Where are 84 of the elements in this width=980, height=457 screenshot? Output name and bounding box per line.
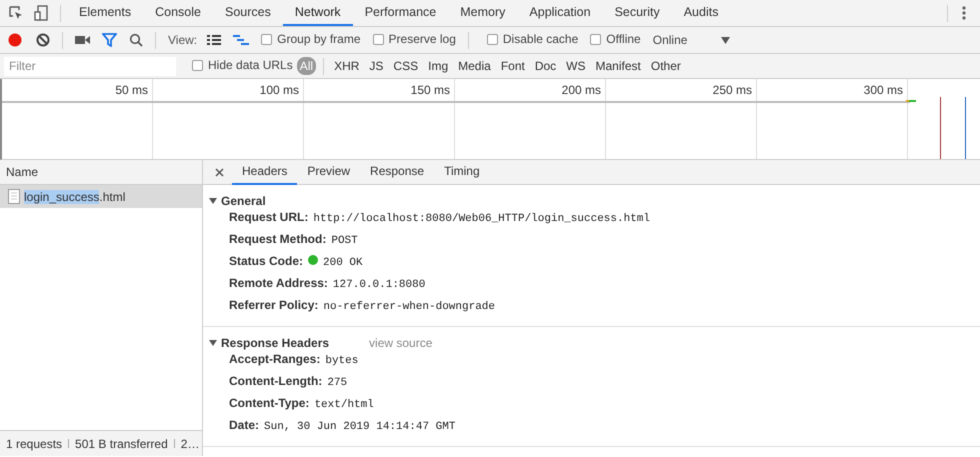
filter-field[interactable]: Filter — [4, 56, 176, 76]
header-name: Request URL: — [229, 210, 308, 224]
more-icon[interactable] — [962, 6, 966, 20]
clear-icon[interactable] — [36, 33, 50, 47]
option-checkbox[interactable]: Offline — [590, 32, 641, 46]
type-filter[interactable]: CSS — [390, 57, 422, 75]
throttle-dropdown[interactable]: Online — [652, 33, 730, 47]
type-filter[interactable]: WS — [563, 57, 589, 75]
summary-text: 2… — [180, 436, 200, 450]
header-name: Status Code: — [229, 254, 304, 268]
option-checkbox[interactable]: Disable cache — [486, 32, 578, 46]
request-row[interactable]: login_success.html — [0, 185, 202, 208]
summary-text: 501 B transferred — [75, 436, 168, 450]
device-icon[interactable] — [34, 5, 48, 21]
caret-icon — [721, 36, 730, 44]
time-tick-label: 100 ms — [260, 83, 299, 97]
type-filter[interactable]: Media — [455, 57, 494, 75]
panel-tab[interactable]: Elements — [67, 0, 144, 26]
header-name: Request Method: — [229, 232, 326, 246]
panel-tab[interactable]: Performance — [352, 0, 448, 26]
record-button[interactable] — [8, 33, 22, 47]
view-label: View: — [168, 33, 198, 47]
header-name: Referrer Policy: — [229, 298, 318, 312]
type-filter[interactable]: JS — [366, 57, 386, 75]
time-tick-label: 250 ms — [712, 83, 752, 97]
header-value: 275 — [327, 377, 348, 389]
header-value: 127.0.0.1:8080 — [332, 279, 426, 291]
header-name: Accept-Ranges: — [229, 352, 320, 366]
header-name: Date: — [229, 418, 260, 432]
time-tick-label: 200 ms — [562, 83, 601, 97]
header-value: Sun, 30 Jun 2019 14:14:47 GMT — [264, 421, 456, 433]
panel-tab[interactable]: Audits — [672, 0, 730, 26]
panel-tab[interactable]: Sources — [212, 0, 283, 26]
header-value: http://localhost:8080/Web06_HTTP/login_success.html — [313, 213, 650, 225]
header-value: 200 OK — [323, 257, 363, 269]
header-name: Remote Address: — [229, 276, 328, 290]
checkbox[interactable] — [261, 34, 272, 45]
header-value: text/html — [314, 399, 374, 411]
type-filter[interactable]: Doc — [532, 57, 560, 75]
time-tick-label: 300 ms — [864, 83, 903, 97]
panel-tab[interactable]: Memory — [448, 0, 518, 26]
file-name: login_success.html — [24, 190, 126, 204]
header-name: Content-Type: — [229, 396, 310, 410]
expanded-triangle-icon[interactable] — [209, 338, 217, 346]
camera-icon[interactable] — [75, 35, 90, 45]
type-filter[interactable]: XHR — [331, 57, 362, 75]
header-value: bytes — [325, 355, 358, 367]
view-source-link[interactable]: view source — [369, 336, 432, 350]
header-name: Content-Length: — [229, 374, 322, 388]
type-filter[interactable]: Font — [498, 57, 528, 75]
panel-tab[interactable]: Console — [143, 0, 213, 26]
panel-tab[interactable]: Application — [517, 0, 603, 26]
header-value: POST — [331, 235, 358, 247]
detail-tab[interactable]: Timing — [434, 160, 490, 184]
type-filter[interactable]: Other — [648, 57, 684, 75]
waterfall-view-icon[interactable] — [233, 34, 250, 46]
type-filter[interactable]: Manifest — [592, 57, 644, 75]
header-value: no-referrer-when-downgrade — [323, 301, 496, 313]
checkbox[interactable] — [192, 60, 203, 71]
search-icon[interactable] — [129, 33, 143, 47]
column-header[interactable]: Name — [6, 165, 38, 179]
summary-text: 1 requests — [6, 436, 62, 450]
option-checkbox[interactable]: Group by frame — [261, 32, 361, 46]
option-checkbox[interactable]: Preserve log — [372, 32, 456, 46]
hide-data-urls-checkbox[interactable]: Hide data URLs — [192, 58, 293, 72]
checkbox[interactable] — [590, 34, 602, 45]
checkbox[interactable] — [486, 34, 498, 45]
detail-tab[interactable]: Headers — [232, 160, 298, 184]
section-title[interactable]: Response Headers — [221, 336, 330, 350]
detail-tab[interactable]: Preview — [297, 160, 360, 184]
time-tick-label: 150 ms — [410, 83, 450, 97]
status-ok-icon — [308, 255, 318, 265]
time-tick-label: 50 ms — [115, 83, 148, 97]
type-filter[interactable]: Img — [425, 57, 452, 75]
inspect-icon[interactable] — [8, 5, 24, 21]
filter-icon[interactable] — [102, 33, 117, 47]
section-title[interactable]: General — [221, 194, 266, 208]
expanded-triangle-icon[interactable] — [209, 196, 217, 204]
close-icon[interactable] — [215, 168, 224, 176]
list-view-icon[interactable] — [207, 34, 222, 46]
checkbox[interactable] — [372, 34, 384, 45]
panel-tab[interactable]: Security — [602, 0, 672, 26]
detail-tab[interactable]: Response — [360, 160, 434, 184]
document-icon — [8, 189, 20, 204]
